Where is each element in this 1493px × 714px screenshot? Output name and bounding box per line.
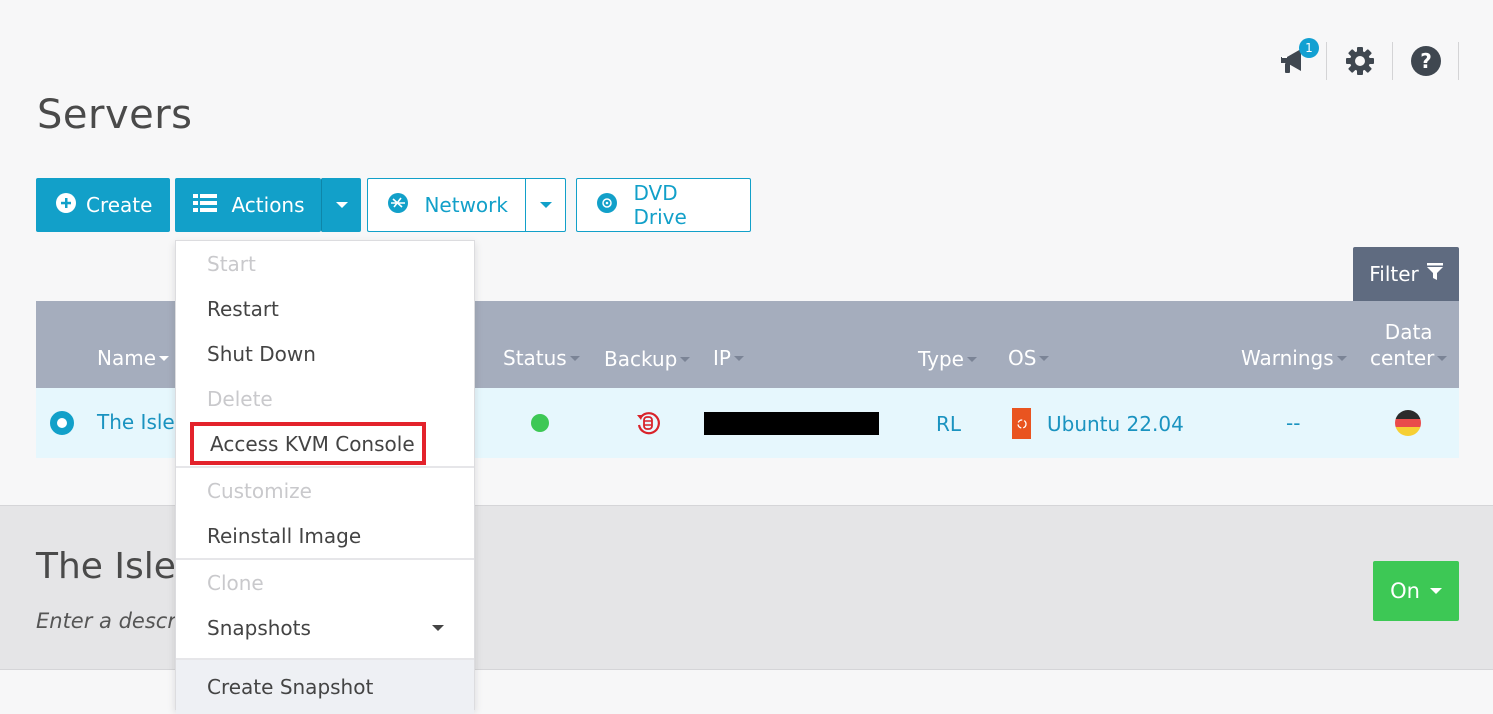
- caret-down-icon: [1429, 588, 1442, 594]
- network-label: Network: [424, 193, 508, 217]
- ubuntu-icon: [1012, 408, 1031, 439]
- column-header-type[interactable]: Type: [918, 347, 977, 371]
- power-label: On: [1390, 579, 1420, 603]
- network-dropdown-toggle[interactable]: [525, 178, 567, 232]
- status-running-icon: [531, 414, 549, 432]
- caret-down-icon: [539, 202, 552, 208]
- menu-item-delete: Delete: [207, 386, 273, 411]
- network-button[interactable]: Network: [367, 178, 526, 232]
- funnel-icon: [1426, 262, 1443, 286]
- column-header-warnings[interactable]: Warnings: [1241, 346, 1347, 370]
- server-detail-title[interactable]: The Isle: [36, 546, 176, 587]
- column-header-name[interactable]: Name: [97, 346, 170, 370]
- help-icon: ?: [1410, 46, 1441, 76]
- menu-item-restart[interactable]: Restart: [176, 286, 474, 331]
- actions-dropdown-toggle[interactable]: [321, 178, 362, 232]
- column-header-status[interactable]: Status: [503, 346, 580, 370]
- menu-item-access-kvm-console[interactable]: Access KVM Console: [190, 422, 426, 465]
- column-header-os[interactable]: OS: [1008, 346, 1050, 370]
- create-label: Create: [86, 193, 153, 217]
- os-name: Ubuntu 22.04: [1047, 411, 1184, 436]
- header-icons: 1 ?: [1261, 38, 1459, 80]
- gear-icon: [1344, 45, 1376, 77]
- sort-icon: [569, 356, 580, 361]
- column-header-ip[interactable]: IP: [713, 346, 744, 370]
- ip-address-redacted: [704, 388, 879, 458]
- backup-icon[interactable]: [634, 409, 662, 437]
- filter-label: Filter: [1369, 262, 1419, 286]
- actions-button[interactable]: Actions: [175, 178, 322, 232]
- column-header-backup[interactable]: Backup: [604, 347, 691, 371]
- sort-icon: [680, 357, 691, 362]
- caret-down-icon: [335, 202, 348, 208]
- list-icon: [193, 193, 231, 218]
- settings-button[interactable]: [1327, 42, 1393, 80]
- caret-down-icon: [432, 625, 444, 631]
- server-toolbar: Create Actions Network DVD Drive: [36, 178, 752, 232]
- menu-item-shut-down[interactable]: Shut Down: [176, 331, 474, 376]
- menu-item-clone: Clone: [207, 570, 264, 595]
- warnings-value: --: [1286, 411, 1301, 435]
- os-cell[interactable]: Ubuntu 22.04: [1012, 408, 1184, 439]
- dvd-drive-label: DVD Drive: [633, 181, 687, 229]
- menu-item-snapshots[interactable]: Snapshots: [176, 605, 474, 650]
- sort-icon: [966, 357, 977, 362]
- menu-item-start: Start: [207, 251, 256, 276]
- network-globe-icon: [388, 192, 424, 218]
- filter-button[interactable]: Filter: [1353, 247, 1459, 301]
- sort-icon: [1039, 356, 1050, 361]
- disc-icon: [597, 192, 633, 218]
- actions-label: Actions: [231, 193, 305, 217]
- menu-item-reinstall-image[interactable]: Reinstall Image: [176, 513, 474, 558]
- power-toggle-button[interactable]: On: [1373, 561, 1459, 621]
- server-type: RL: [936, 412, 962, 436]
- help-button[interactable]: ?: [1393, 42, 1459, 80]
- column-header-datacenter[interactable]: Data center: [1370, 320, 1448, 370]
- sort-icon: [1437, 356, 1448, 361]
- notifications-button[interactable]: 1: [1261, 38, 1327, 80]
- page-title: Servers: [37, 92, 193, 138]
- sort-icon: [733, 356, 744, 361]
- svg-text:?: ?: [1420, 49, 1432, 73]
- actions-dropdown-menu: Start Restart Shut Down Delete Access KV…: [175, 240, 475, 714]
- status-indicator: [531, 414, 549, 432]
- sort-icon: [159, 356, 170, 361]
- germany-flag-icon: [1395, 410, 1421, 436]
- row-select-radio[interactable]: [50, 411, 74, 435]
- network-button-group: Network: [367, 178, 567, 232]
- dvd-drive-button[interactable]: DVD Drive: [576, 178, 752, 232]
- create-button[interactable]: Create: [36, 178, 171, 232]
- menu-item-customize: Customize: [207, 478, 312, 503]
- menu-item-create-snapshot[interactable]: Create Snapshot: [176, 660, 474, 714]
- notification-badge: 1: [1299, 38, 1319, 58]
- server-name-link[interactable]: The Isle: [97, 410, 175, 434]
- actions-button-group: Actions: [175, 178, 362, 232]
- sort-icon: [1336, 356, 1347, 361]
- plus-circle-icon: [56, 192, 86, 218]
